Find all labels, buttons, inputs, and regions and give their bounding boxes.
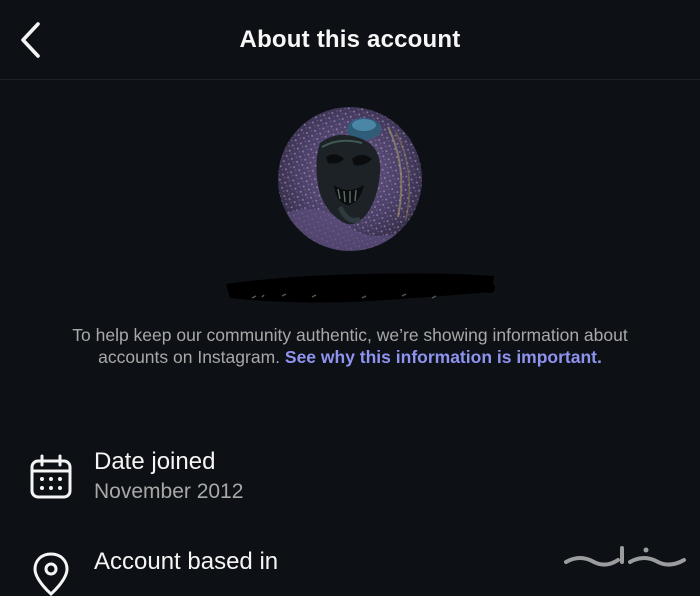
account-based-in-title: Account based in [94,548,279,575]
date-joined-value: November 2012 [94,480,244,503]
profile-avatar[interactable] [278,107,422,251]
see-why-link[interactable]: See why this information is important. [285,347,602,367]
profile-photo [278,107,422,251]
date-joined-title: Date joined [94,448,216,475]
username-redacted [226,273,495,303]
info-description: To help keep our community authentic, we… [40,324,660,368]
page-title: About this account [239,26,461,53]
top-bar: About this account [0,0,700,80]
calendar-icon [30,454,72,499]
location-pin-icon [33,552,69,596]
date-joined-row: Date joined November 2012 [0,448,700,508]
watermark-logo [560,542,692,572]
